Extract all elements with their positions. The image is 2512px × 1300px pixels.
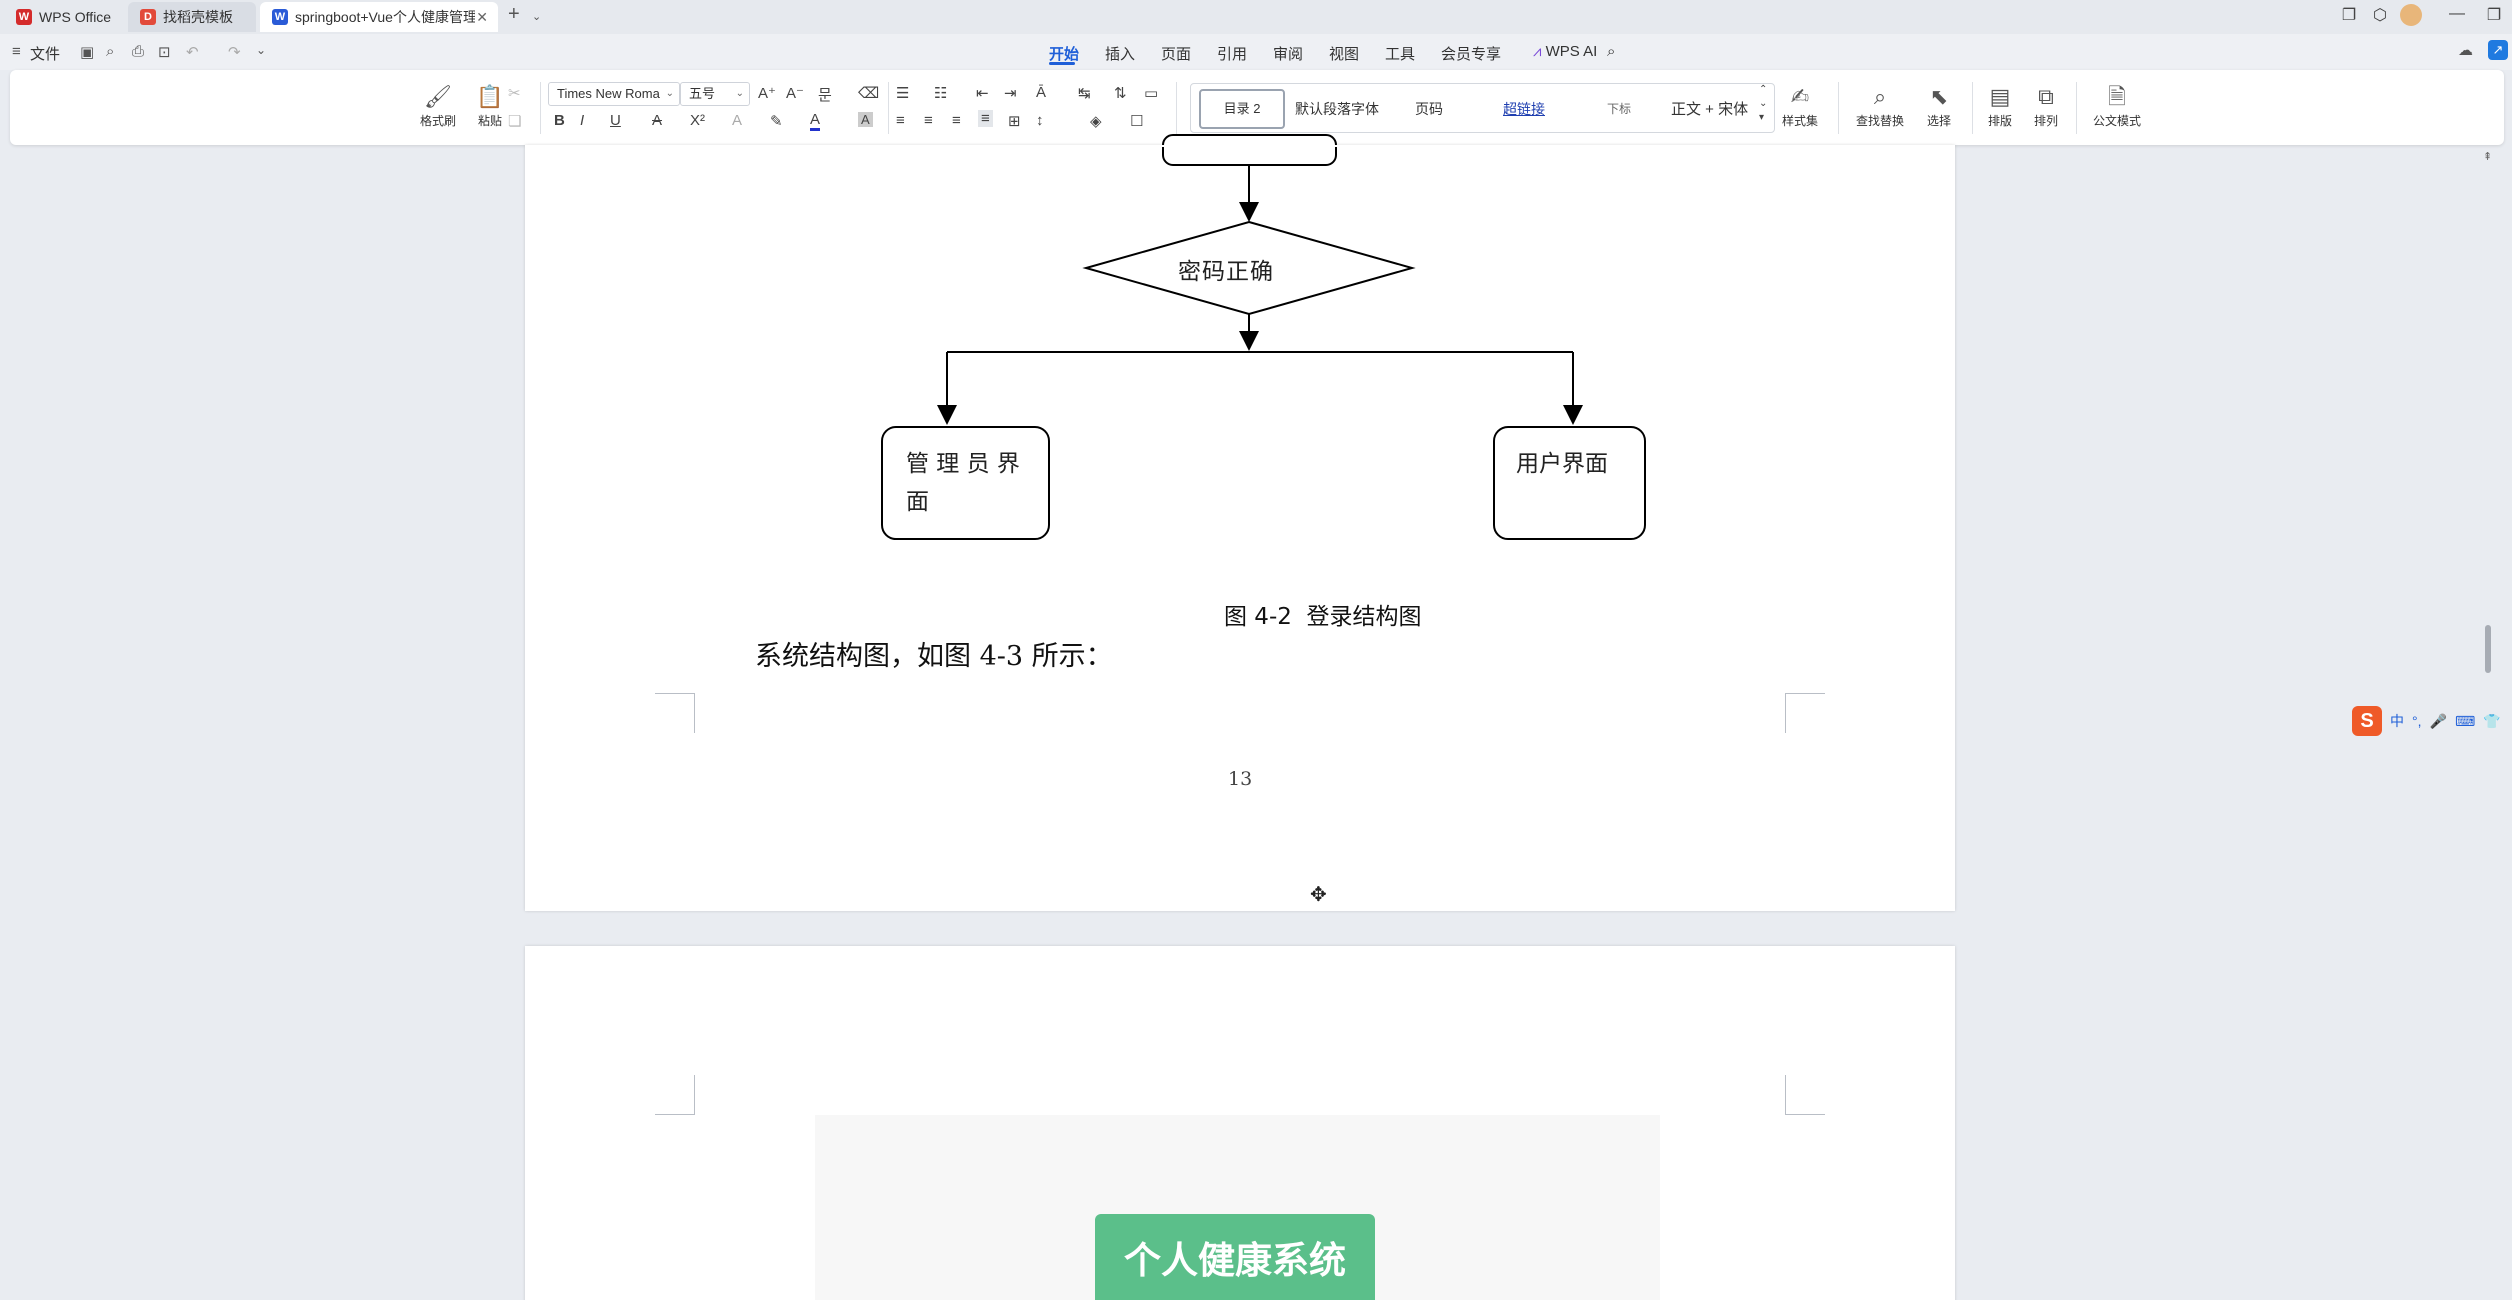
decision-label: 密码正确 <box>1178 259 1274 285</box>
keyboard-icon[interactable]: ⌨ <box>2455 713 2475 730</box>
punctuation-icon[interactable]: °, <box>2412 713 2422 729</box>
microphone-icon[interactable]: 🎤 <box>2430 713 2447 730</box>
ime-mode-chinese[interactable]: 中 <box>2390 711 2404 731</box>
margin-corner <box>1785 1075 1825 1115</box>
user-box-label: 用户界面 <box>1516 451 1608 477</box>
margin-corner <box>1785 693 1825 733</box>
flowchart-top-box <box>1150 134 1350 166</box>
health-system-title: 个人健康系统 <box>1095 1214 1375 1300</box>
admin-box-label-line1: 管 理 员 界 <box>906 451 1020 477</box>
margin-corner <box>655 693 695 733</box>
vertical-scrollbar-thumb[interactable] <box>2485 625 2491 673</box>
margin-corner <box>655 1075 695 1115</box>
page-number: 13 <box>1228 768 1253 790</box>
body-paragraph[interactable]: 系统结构图，如图 4-3 所示： <box>755 634 1113 673</box>
skin-icon[interactable]: 👕 <box>2483 713 2500 730</box>
scroll-up-icon[interactable]: ⇞ <box>2483 150 2492 163</box>
sogou-logo-icon: S <box>2352 706 2382 736</box>
figure-caption: 图 4-2 登录结构图 <box>1224 604 1422 630</box>
move-cursor-icon: ✥ <box>1310 884 1327 906</box>
ime-toolbar[interactable]: S 中 °, 🎤 ⌨ 👕 <box>2352 706 2501 736</box>
admin-box-label-line2: 面 <box>906 489 929 515</box>
